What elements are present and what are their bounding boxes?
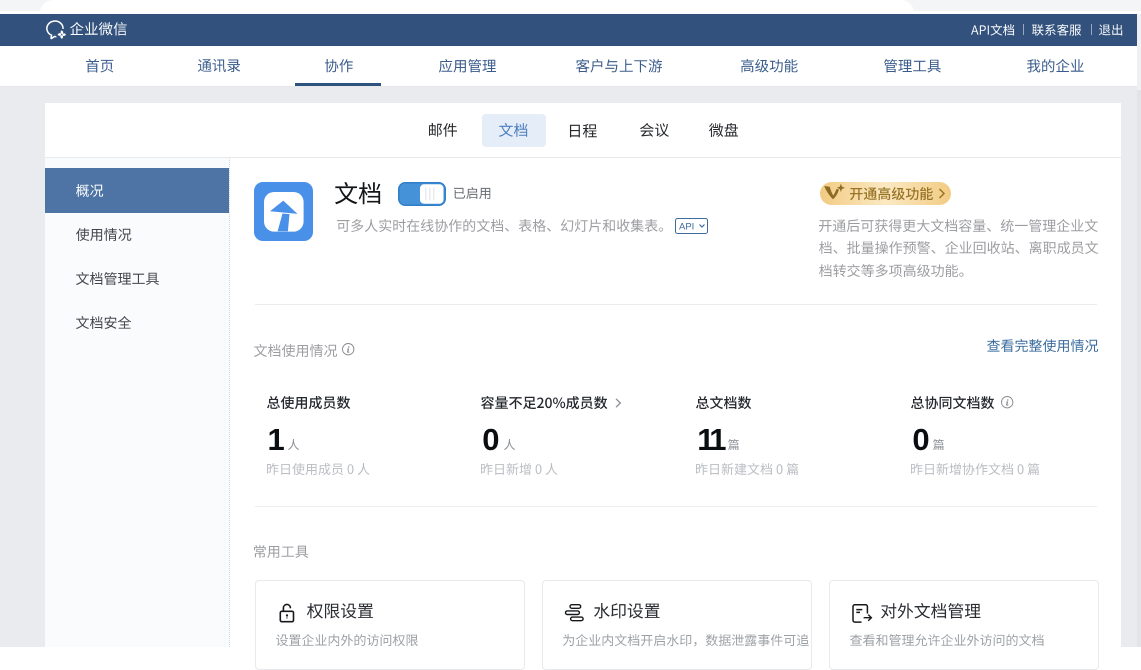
svg-text:API: API <box>679 222 694 233</box>
